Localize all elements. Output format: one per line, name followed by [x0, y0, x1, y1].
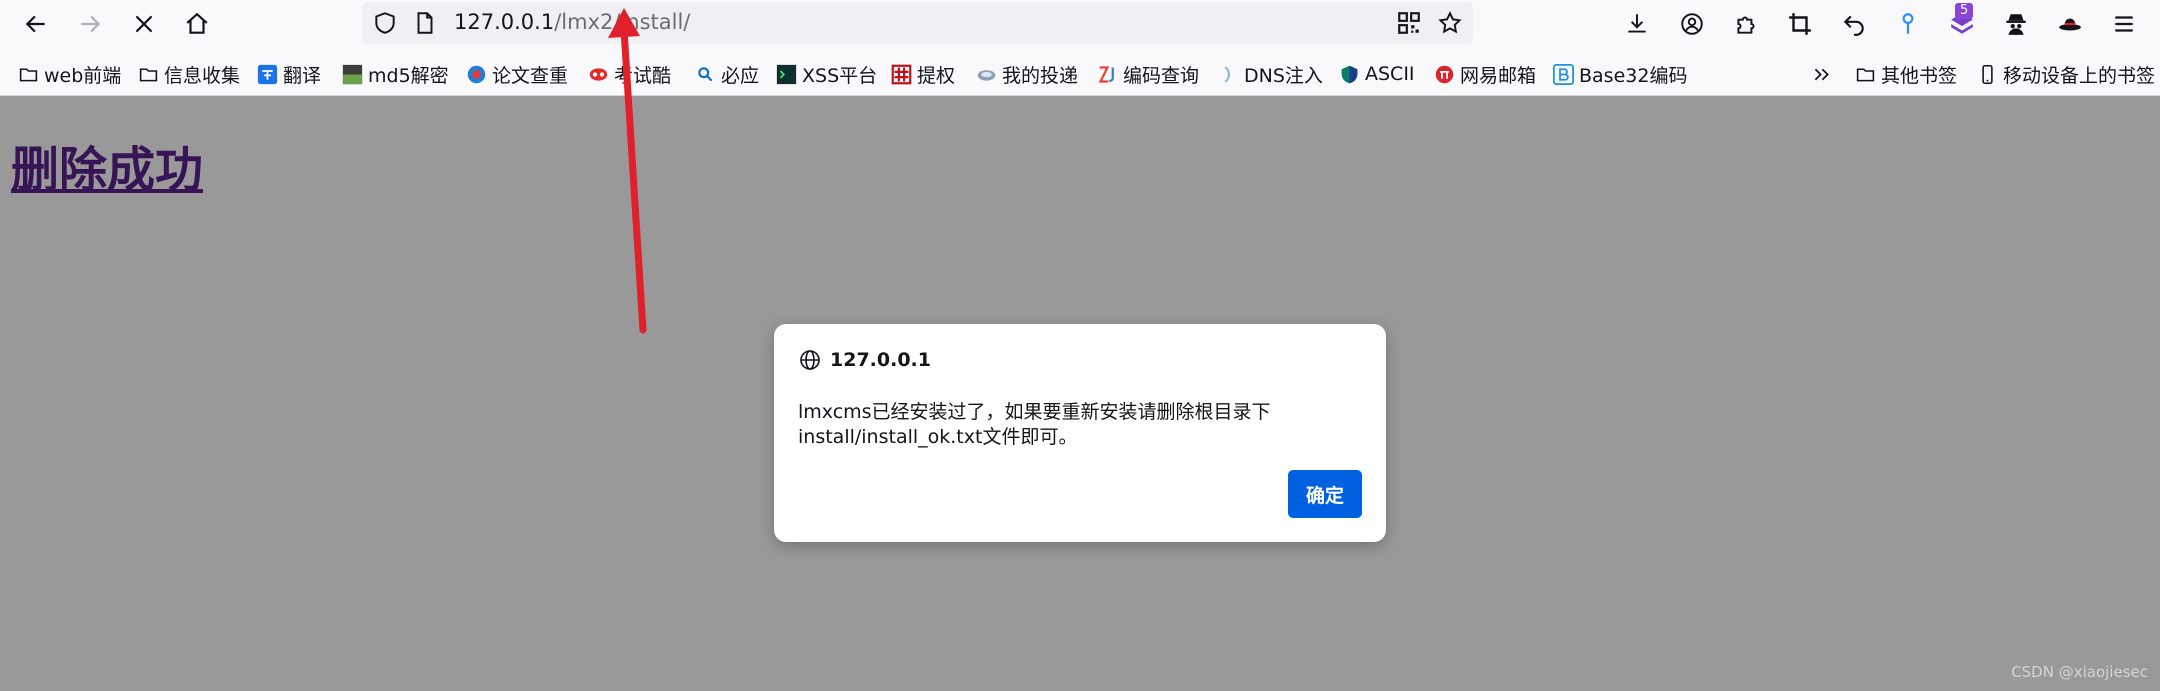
watermark: CSDN @xiaojiesec [2011, 663, 2148, 681]
annotation-arrow [608, 8, 647, 334]
